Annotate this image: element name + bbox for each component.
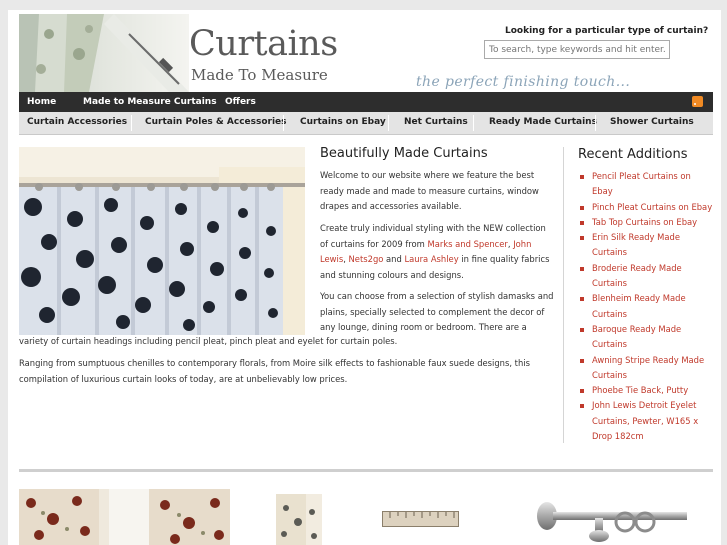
nav-item-curtain-poles[interactable]: Curtain Poles & Accessories	[145, 117, 287, 127]
selection-paragraph: You can choose from a selection of styli…	[320, 291, 554, 332]
recent-link[interactable]: Broderie Ready Made Curtains	[592, 263, 682, 288]
curtain-pole-thumbnail[interactable]	[535, 500, 687, 545]
list-item: Erin Silk Ready Made Curtains	[580, 230, 714, 261]
list-item: Phoebe Tie Back, Putty	[580, 383, 714, 398]
nav-item-net-curtains[interactable]: Net Curtains	[404, 117, 468, 127]
selection-paragraph-continued: variety of curtain headings including pe…	[19, 336, 398, 346]
featured-curtain-image	[19, 147, 305, 335]
floral-curtain-thumbnail[interactable]	[19, 489, 230, 545]
ranging-paragraph: Ranging from sumptuous chenilles to cont…	[19, 358, 530, 384]
search-label: Looking for a particular type of curtain…	[505, 26, 709, 36]
list-item: Tab Top Curtains on Ebay	[580, 215, 714, 230]
tape-measure-thumbnail[interactable]	[382, 511, 459, 527]
content-title: Beautifully Made Curtains	[320, 146, 488, 161]
site-logo-subtitle: Made To Measure	[191, 66, 328, 84]
recent-link[interactable]: Pinch Pleat Curtains on Ebay	[592, 202, 712, 212]
list-item: Pencil Pleat Curtains on Ebay	[580, 169, 714, 200]
intro-paragraph: Welcome to our website where we feature …	[320, 170, 539, 211]
recent-link[interactable]: Blenheim Ready Made Curtains	[592, 293, 686, 318]
site-tagline: the perfect finishing touch...	[416, 74, 631, 90]
rss-icon[interactable]	[692, 96, 703, 107]
nav-item-curtain-accessories[interactable]: Curtain Accessories	[27, 117, 127, 127]
recent-additions-list: Pencil Pleat Curtains on Ebay Pinch Plea…	[580, 169, 714, 444]
nav-separator	[283, 115, 284, 131]
list-item: Blenheim Ready Made Curtains	[580, 291, 714, 322]
nav-item-curtains-on-ebay[interactable]: Curtains on Ebay	[300, 117, 386, 127]
list-item: Baroque Ready Made Curtains	[580, 322, 714, 353]
section-divider	[19, 469, 713, 472]
nav-item-made-to-measure[interactable]: Made to Measure Curtains	[83, 97, 217, 107]
list-item: Broderie Ready Made Curtains	[580, 261, 714, 292]
recent-link[interactable]: Baroque Ready Made Curtains	[592, 324, 681, 349]
link-nets2go[interactable]: Nets2go	[349, 254, 384, 264]
recent-link[interactable]: Awning Stripe Ready Made Curtains	[592, 355, 704, 380]
secondary-nav: Curtain Accessories Curtain Poles & Acce…	[19, 112, 713, 135]
fabric-swatch-thumbnail[interactable]	[276, 494, 322, 545]
recent-link[interactable]: Tab Top Curtains on Ebay	[592, 217, 697, 227]
primary-nav: Home Made to Measure Curtains Offers	[19, 92, 713, 112]
sidebar-title: Recent Additions	[578, 147, 688, 162]
nav-separator	[473, 115, 474, 131]
list-item: Pinch Pleat Curtains on Ebay	[580, 200, 714, 215]
page-background-top	[0, 0, 727, 10]
page-background-left	[0, 0, 8, 545]
header-curtain-image	[19, 14, 189, 92]
recent-link[interactable]: John Lewis Detroit Eyelet Curtains, Pewt…	[592, 400, 698, 441]
site-header: Curtains Made To Measure the perfect fin…	[19, 14, 713, 92]
paragraph-text: and	[383, 254, 405, 264]
page-background-right	[721, 0, 727, 545]
nav-item-offers[interactable]: Offers	[225, 97, 256, 107]
nav-separator	[131, 115, 132, 131]
nav-separator	[595, 115, 596, 131]
nav-separator	[388, 115, 389, 131]
link-marks-and-spencer[interactable]: Marks and Spencer	[427, 239, 507, 249]
nav-item-shower-curtains[interactable]: Shower Curtains	[610, 117, 694, 127]
nav-item-ready-made-curtains[interactable]: Ready Made Curtains	[489, 117, 597, 127]
site-logo-title[interactable]: Curtains	[189, 24, 338, 64]
recent-additions-sidebar: Recent Additions Pencil Pleat Curtains o…	[563, 147, 714, 443]
list-item: John Lewis Detroit Eyelet Curtains, Pewt…	[580, 398, 714, 444]
collection-paragraph: Create truly individual styling with the…	[320, 221, 555, 283]
list-item: Awning Stripe Ready Made Curtains	[580, 353, 714, 384]
recent-link[interactable]: Pencil Pleat Curtains on Ebay	[592, 171, 691, 196]
search-input[interactable]	[484, 40, 670, 59]
recent-link[interactable]: Phoebe Tie Back, Putty	[592, 385, 688, 395]
recent-link[interactable]: Erin Silk Ready Made Curtains	[592, 232, 680, 257]
link-laura-ashley[interactable]: Laura Ashley	[404, 254, 458, 264]
nav-item-home[interactable]: Home	[27, 97, 56, 107]
